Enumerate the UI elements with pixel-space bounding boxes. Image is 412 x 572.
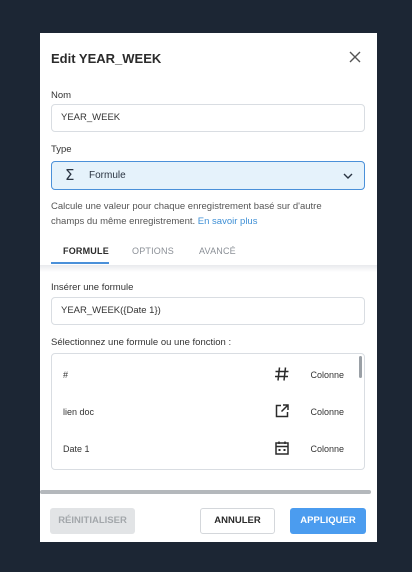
tab-divider-shadow (40, 265, 377, 272)
type-description: Calcule une valeur pour chaque enregistr… (51, 200, 351, 229)
external-link-icon (275, 404, 289, 418)
list-item-type: Colonne (310, 407, 344, 417)
sigma-icon: Σ (65, 166, 75, 184)
tab-bar: FORMULE OPTIONS AVANCÉ (51, 245, 377, 265)
close-icon[interactable] (347, 49, 363, 65)
edit-field-dialog: Edit YEAR_WEEK Nom YEAR_WEEK Type Σ Form… (40, 33, 377, 542)
list-item-type: Colonne (310, 370, 344, 380)
list-scrollbar[interactable] (359, 356, 362, 378)
select-formula-label: Sélectionnez une formule ou une fonction… (51, 337, 232, 348)
insert-formula-label: Insérer une formule (51, 282, 134, 293)
horizontal-scrollbar[interactable] (40, 490, 371, 494)
type-select[interactable]: Σ Formule (51, 161, 365, 190)
name-input[interactable]: YEAR_WEEK (51, 104, 365, 132)
list-item-type: Colonne (310, 444, 344, 454)
type-select-value: Formule (89, 170, 126, 181)
tab-options[interactable]: OPTIONS (132, 245, 174, 263)
formula-function-list[interactable]: # Colonne lien doc Colonne Date 1 Colonn… (51, 353, 365, 470)
reset-button[interactable]: RÉINITIALISER (50, 508, 135, 534)
list-item-name: # (63, 370, 69, 380)
learn-more-link[interactable]: En savoir plus (198, 216, 258, 227)
cancel-button[interactable]: ANNULER (200, 508, 275, 534)
list-item-name: lien doc (63, 407, 95, 417)
hash-icon (275, 367, 289, 381)
list-item[interactable]: Date 1 Colonne (52, 431, 352, 468)
calendar-icon (275, 441, 289, 455)
chevron-down-icon (343, 173, 353, 179)
type-description-text: Calcule une valeur pour chaque enregistr… (51, 201, 322, 227)
list-item-name: Date 1 (63, 444, 90, 454)
tab-formule[interactable]: FORMULE (63, 245, 109, 263)
name-label: Nom (51, 90, 72, 101)
formula-input[interactable]: YEAR_WEEK({Date 1}) (51, 297, 365, 325)
dialog-title: Edit YEAR_WEEK (51, 51, 162, 66)
type-label: Type (51, 144, 72, 155)
apply-button[interactable]: APPLIQUER (290, 508, 366, 534)
tab-avance[interactable]: AVANCÉ (199, 245, 236, 263)
list-item[interactable]: lien doc Colonne (52, 394, 352, 431)
active-tab-indicator (51, 262, 109, 264)
list-item[interactable]: # Colonne (52, 357, 352, 394)
